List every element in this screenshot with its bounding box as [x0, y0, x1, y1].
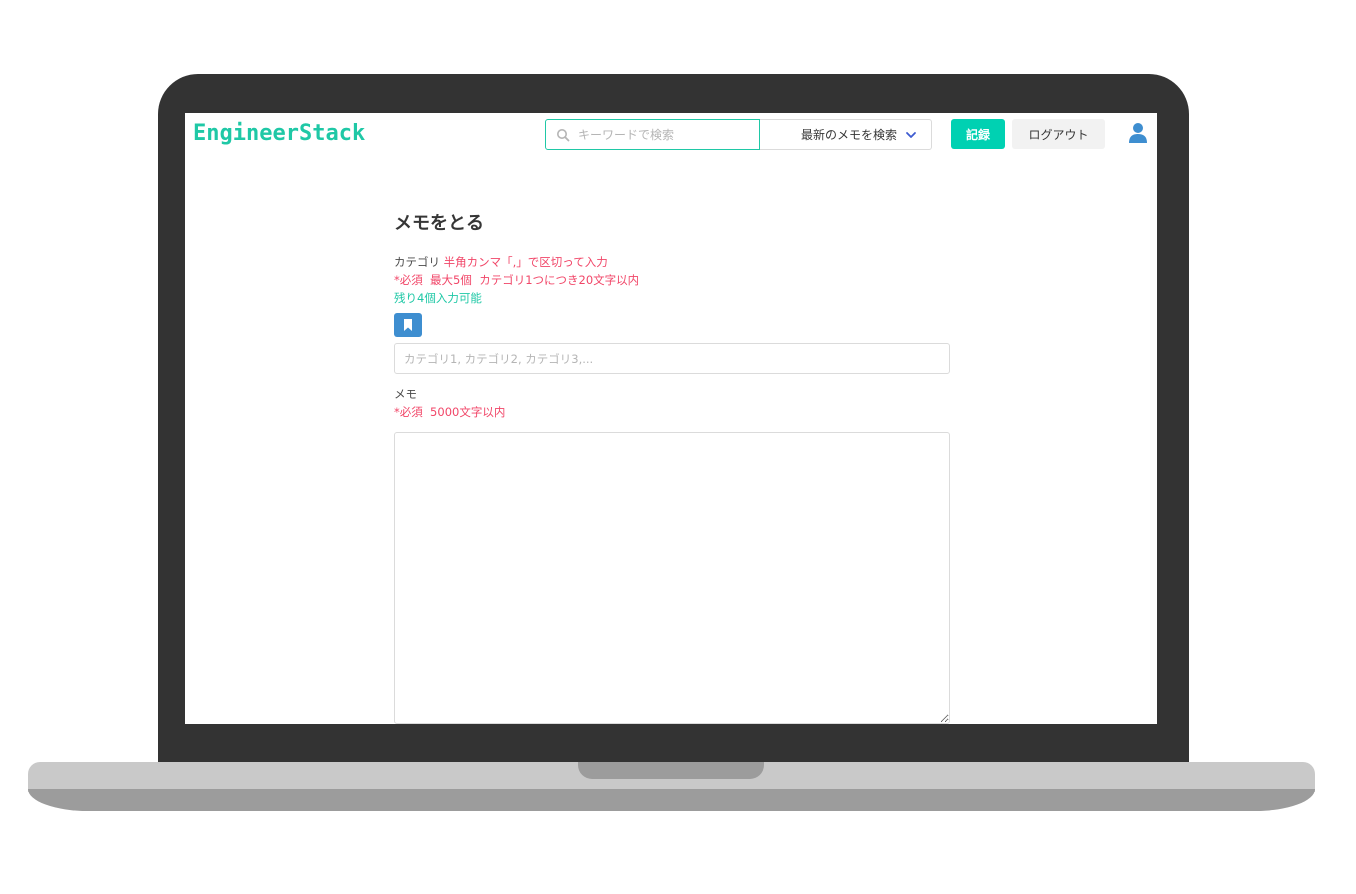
search-sort-select[interactable]: 最新のメモを検索 — [760, 119, 932, 150]
category-hint: 半角カンマ「,」で区切って入力 — [443, 255, 608, 269]
sort-select-label: 最新のメモを検索 — [800, 128, 897, 142]
search-input[interactable] — [578, 127, 748, 142]
memo-textarea[interactable] — [394, 432, 950, 724]
memo-label: メモ — [394, 387, 417, 401]
page-title: メモをとる — [394, 213, 484, 234]
category-tag-button[interactable] — [394, 313, 422, 337]
user-icon[interactable] — [1128, 122, 1148, 144]
memo-rule: *必須 5000文字以内 — [394, 405, 506, 419]
logout-button[interactable]: ログアウト — [1012, 119, 1105, 149]
app-logo[interactable]: EngineerStack — [193, 121, 365, 146]
laptop-base-shadow — [28, 789, 1315, 811]
category-input[interactable] — [394, 343, 950, 374]
search-icon — [557, 128, 570, 141]
category-rule: *必須 最大5個 カテゴリ1つにつき20文字以内 — [394, 273, 640, 287]
category-label: カテゴリ — [394, 255, 440, 269]
bookmark-icon — [404, 319, 412, 331]
laptop-notch — [578, 762, 764, 779]
chevron-down-icon — [906, 131, 916, 138]
app-screen: EngineerStack 最新のメモを検索 記録 ログアウト メモをとる カテ… — [185, 113, 1157, 724]
category-label-row: カテゴリ 半角カンマ「,」で区切って入力 — [394, 253, 952, 271]
memo-form: メモをとる カテゴリ 半角カンマ「,」で区切って入力 *必須 最大5個 カテゴリ… — [394, 209, 952, 724]
record-button[interactable]: 記録 — [951, 119, 1005, 149]
search-box[interactable] — [545, 119, 760, 150]
category-remaining: 残り4個入力可能 — [394, 291, 482, 305]
